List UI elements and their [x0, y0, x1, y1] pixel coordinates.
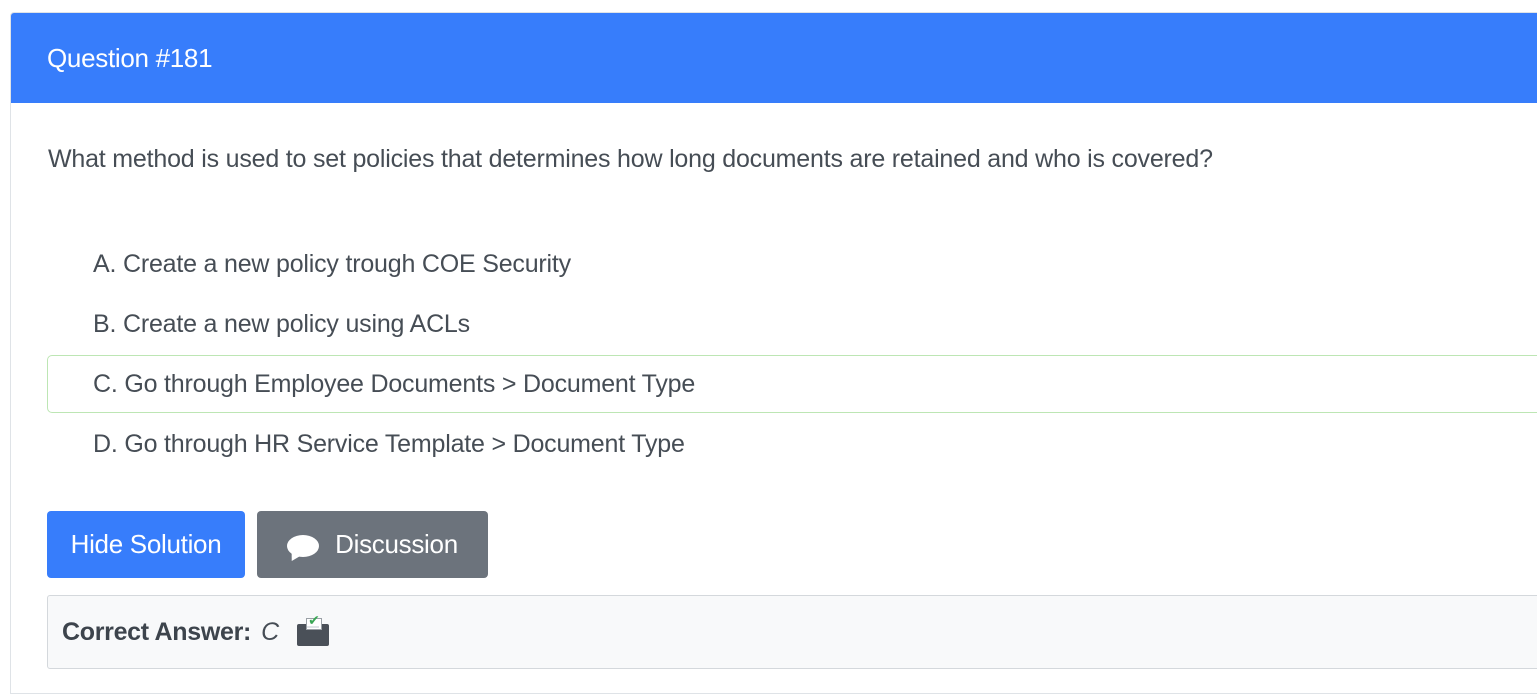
- question-text: What method is used to set policies that…: [48, 145, 1213, 173]
- correct-answer-value: C: [261, 617, 280, 646]
- speech-bubble-icon: [287, 534, 320, 557]
- choice-a[interactable]: A. Create a new policy trough COE Securi…: [47, 235, 1537, 293]
- question-card: Question #181 What method is used to set…: [10, 12, 1537, 694]
- hide-solution-button[interactable]: Hide Solution: [47, 511, 245, 578]
- discussion-label: Discussion: [335, 529, 458, 559]
- discussion-button[interactable]: Discussion: [257, 511, 488, 578]
- vote-slot: [307, 626, 320, 628]
- vote-box-icon[interactable]: ✔: [297, 613, 330, 646]
- hide-solution-label: Hide Solution: [70, 529, 222, 559]
- choice-b[interactable]: B. Create a new policy using ACLs: [47, 295, 1537, 353]
- choice-list: A. Create a new policy trough COE Securi…: [47, 235, 1537, 475]
- question-title: Question #181: [47, 42, 213, 73]
- question-header: Question #181: [11, 13, 1537, 103]
- action-buttons: Hide Solution Discussion: [47, 511, 488, 578]
- correct-answer-box: Correct Answer: C ✔: [47, 595, 1537, 669]
- choice-d[interactable]: D. Go through HR Service Template > Docu…: [47, 415, 1537, 473]
- choice-c[interactable]: C. Go through Employee Documents > Docum…: [47, 355, 1537, 413]
- correct-answer-label: Correct Answer:: [62, 617, 252, 646]
